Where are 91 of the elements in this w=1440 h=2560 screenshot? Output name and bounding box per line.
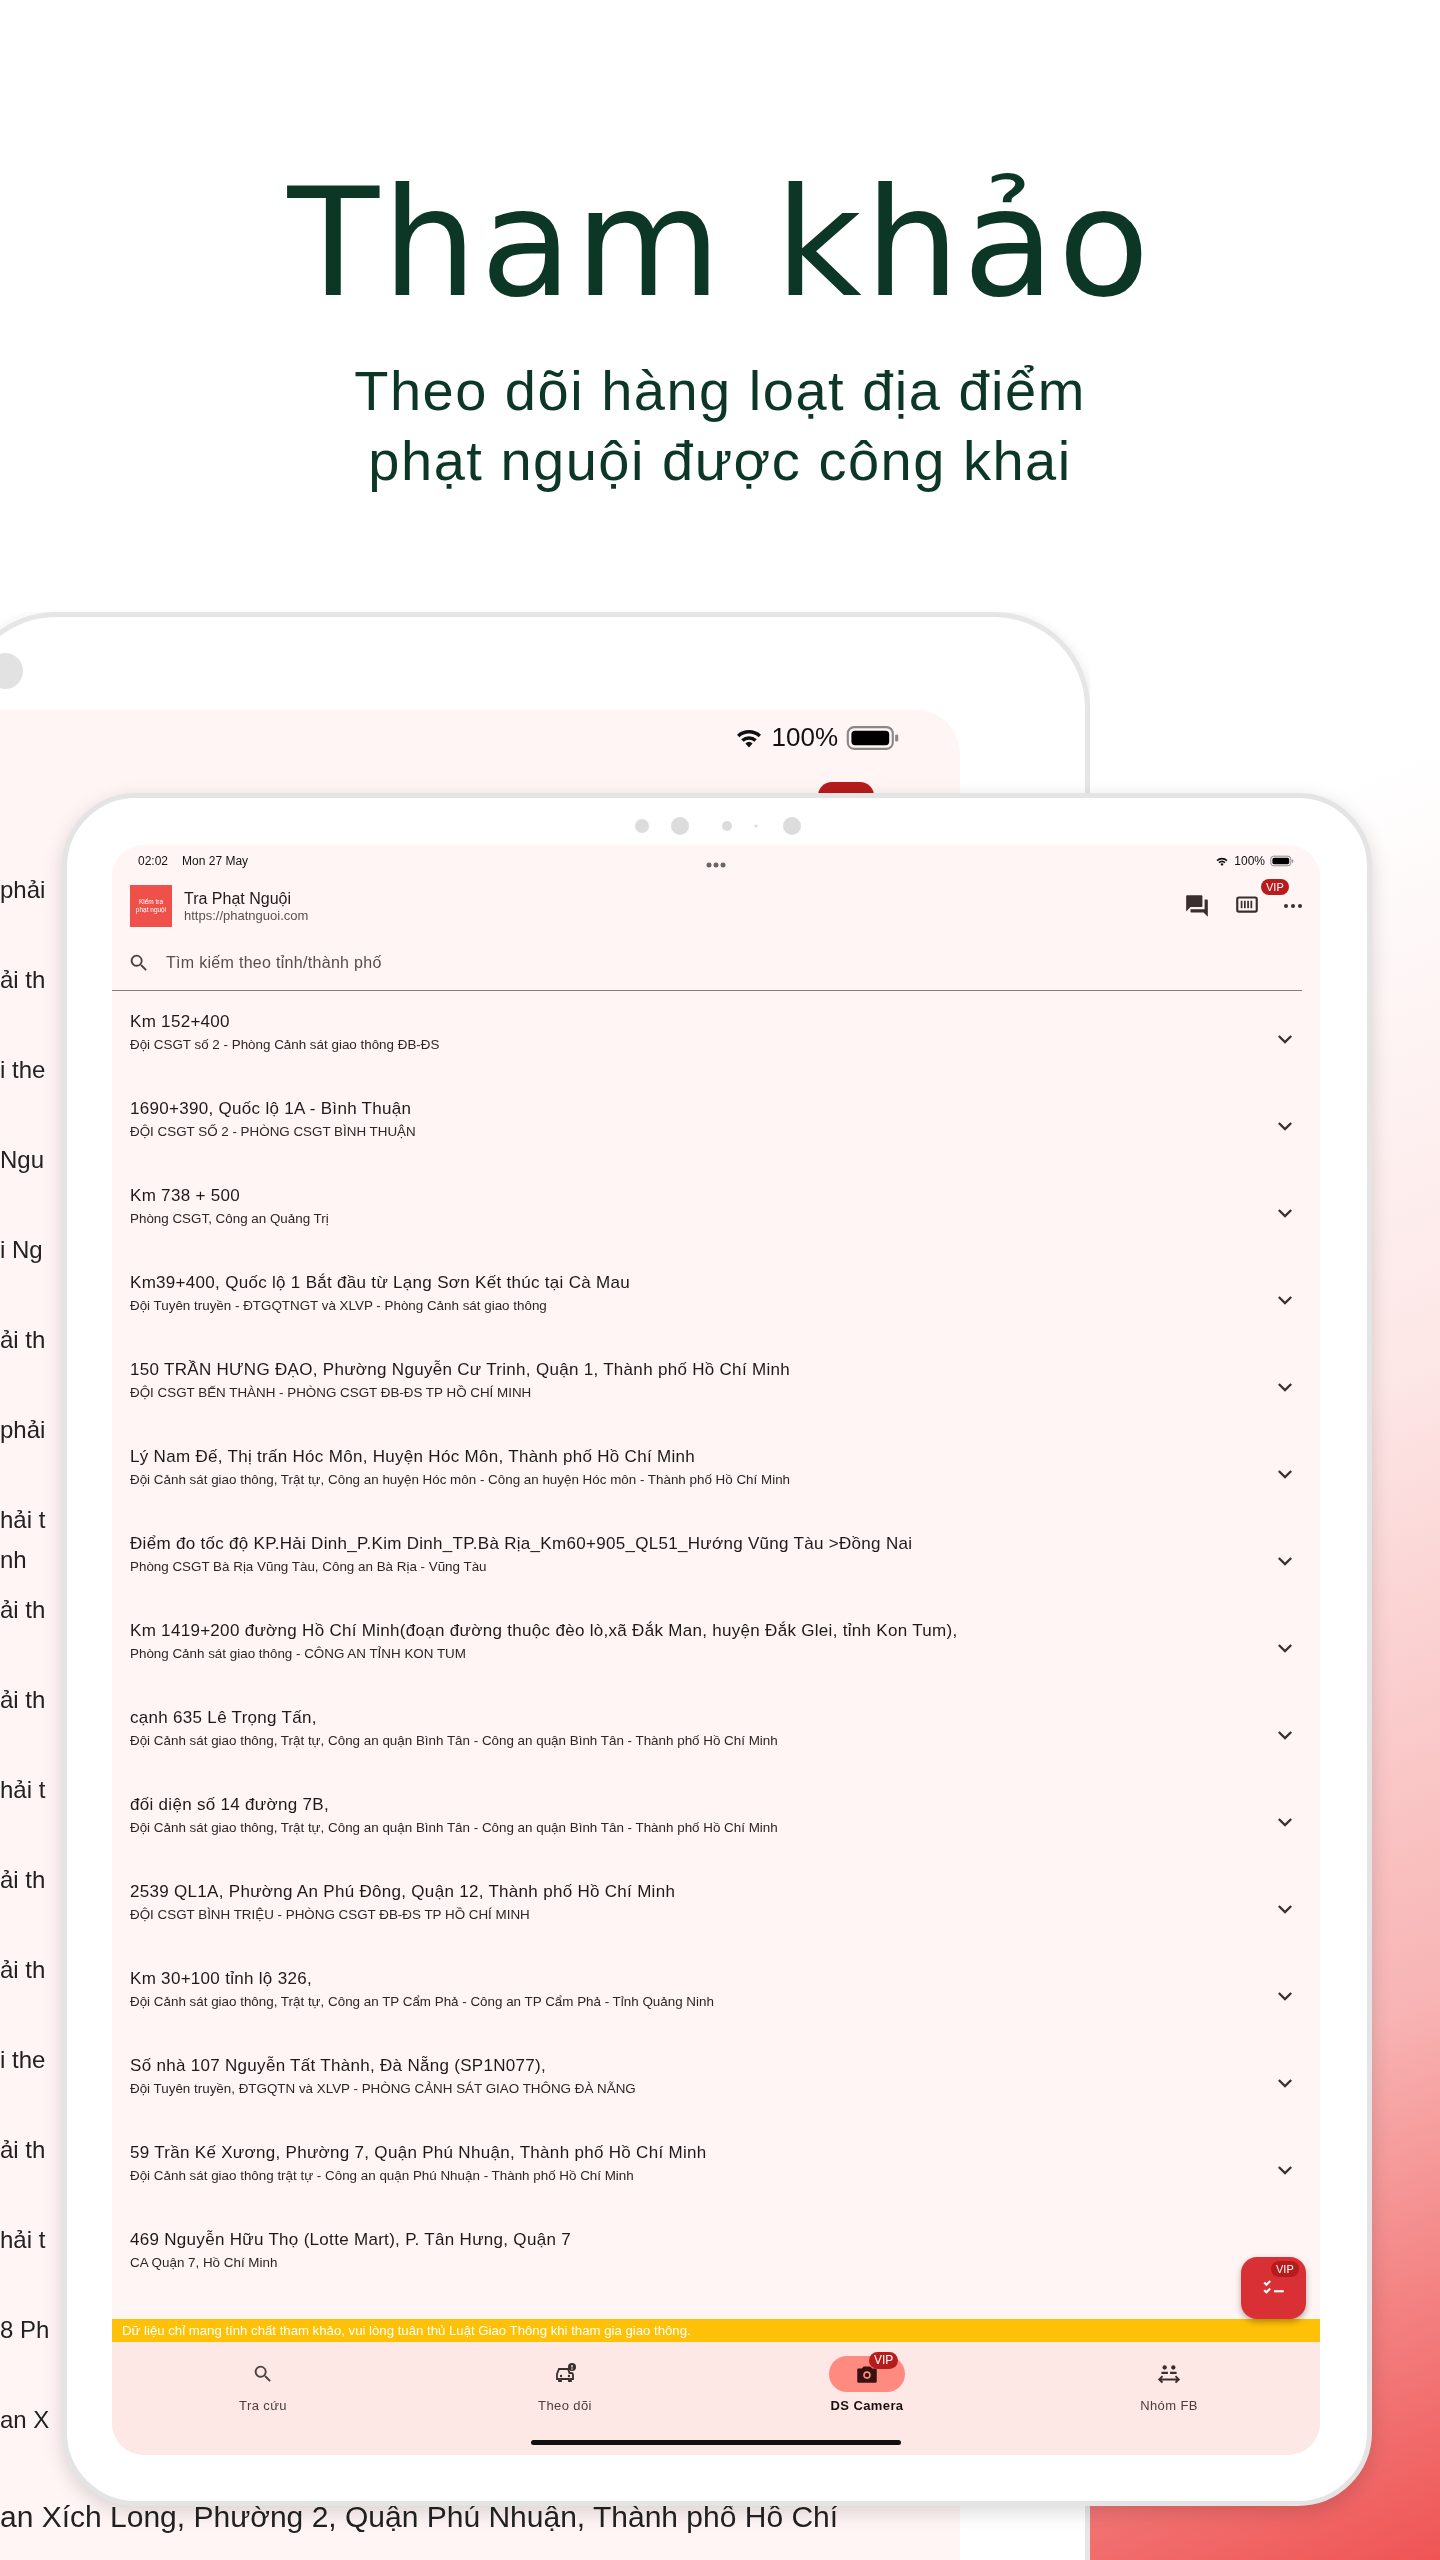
location-item[interactable]: Lý Nam Đế, Thị trấn Hóc Môn, Huyện Hóc Môn, Thành phố Hồ Chí Minh Đội Cảnh sát giao thông, Trật tự, Công an huyện Hóc môn - Công an huyện Hóc môn - Thành phố Hồ Chí Minh xyxy=(112,1426,1320,1513)
location-item[interactable]: 2539 QL1A, Phường An Phú Đông, Quận 12, Thành phố Hồ Chí Minh ĐỘI CSGT BÌNH TRIỆU - PHÒNG CSGT ĐB-ĐS TP HỒ CHÍ MINH xyxy=(112,1861,1320,1948)
location-address: Số nhà 107 Nguyễn Tất Thành, Đà Nẵng (SP1N077), xyxy=(130,2055,547,2077)
location-item[interactable]: 59 Trần Kế Xương, Phường 7, Quận Phú Nhuận, Thành phố Hồ Chí Minh Đội Cảnh sát giao thông trật tự - Công an quận Phú Nhuận - Thành phố Hồ Chí Minh xyxy=(112,2122,1320,2209)
vip-badge: VIP xyxy=(1261,879,1289,895)
headline-title: Tham khảo xyxy=(286,155,1154,332)
multitask-dots-icon[interactable] xyxy=(706,862,726,868)
vip-badge: VIP xyxy=(1271,2261,1299,2277)
location-address: 469 Nguyễn Hữu Thọ (Lotte Mart), P. Tân Hưng, Quận 7 xyxy=(130,2229,571,2251)
list-text-fragment: Ngu xyxy=(0,1145,46,1175)
location-unit: ĐỘI CSGT BÌNH TRIỆU - PHÒNG CSGT ĐB-ĐS TP HỒ CHÍ MINH xyxy=(130,1906,530,1924)
nav-tab[interactable]: VIP DS Camera xyxy=(787,2342,947,2455)
list-text-fragment: ải th xyxy=(0,1595,47,1625)
location-item[interactable]: Km 30+100 tỉnh lộ 326, Đội Cảnh sát giao thông, Trật tự, Công an TP Cẩm Phả - Công an TP Cẩm Phả - Tỉnh Quảng Ninh xyxy=(112,1948,1320,2035)
location-item[interactable]: đối diện số 14 đường 7B, Đội Cảnh sát giao thông, Trật tự, Công an quận Bình Tân - Công an quận Bình Tân - Thành phố Hồ Chí Minh xyxy=(112,1774,1320,1861)
location-item[interactable]: Km 1419+200 đường Hồ Chí Minh(đoạn đường thuộc đèo lò,xã Đắk Man, huyện Đắk Glei, tỉnh Kon Tum), Phòng Cảnh sát giao thông - CÔNG AN TỈNH KON TUM xyxy=(112,1600,1320,1687)
location-address: cạnh 635 Lê Trọng Tấn, xyxy=(130,1707,317,1729)
location-unit: Phòng CSGT Bà Rịa Vũng Tàu, Công an Bà Rịa - Vũng Tàu xyxy=(130,1558,487,1576)
vip-badge: VIP xyxy=(869,2352,899,2369)
app-title: Tra Phạt Nguội xyxy=(184,889,292,908)
location-unit: Đội CSGT số 2 - Phòng Cảnh sát giao thông ĐB-ĐS xyxy=(130,1036,440,1054)
location-address: Km 1419+200 đường Hồ Chí Minh(đoạn đường thuộc đèo lò,xã Đắk Man, huyện Đắk Glei, tỉnh Kon Tum), xyxy=(130,1620,958,1642)
list-text-fragment: i the xyxy=(0,1055,47,1085)
location-address: đối diện số 14 đường 7B, xyxy=(130,1794,329,1816)
list-text-fragment: hải t xyxy=(0,1775,47,1805)
nav-tab[interactable]: Nhóm FB xyxy=(1089,2342,1249,2455)
chat-button[interactable] xyxy=(1184,893,1210,919)
headline-subtitle: Theo dõi hàng loạt địa điểm xyxy=(354,358,1086,424)
location-unit: ĐỘI CSGT SỐ 2 - PHÒNG CSGT BÌNH THUẬN xyxy=(130,1123,416,1141)
location-unit: Đội Cảnh sát giao thông, Trật tự, Công an TP Cẩm Phả - Công an TP Cẩm Phả - Tỉnh Quảng Ninh xyxy=(130,1993,714,2011)
location-address: Km 738 + 500 xyxy=(130,1185,240,1207)
location-item[interactable]: cạnh 635 Lê Trọng Tấn, Đội Cảnh sát giao thông, Trật tự, Công an quận Bình Tân - Công an quận Bình Tân - Thành phố Hồ Chí Minh xyxy=(112,1687,1320,1774)
search-icon xyxy=(252,2363,274,2385)
location-unit: CA Quận 7, Hồ Chí Minh xyxy=(130,2254,278,2272)
location-address: Km39+400, Quốc lộ 1 Bắt đầu từ Lạng Sơn Kết thúc tại Cà Mau xyxy=(130,1272,630,1294)
list-text-fragment: phải xyxy=(0,875,47,905)
battery-percent: 100% xyxy=(1234,854,1265,868)
more-icon xyxy=(1284,904,1302,908)
location-unit: Phòng CSGT, Công an Quảng Trị xyxy=(130,1210,329,1228)
list-text-fragment: 8 Ph xyxy=(0,2315,51,2345)
location-item[interactable]: Điểm đo tốc độ KP.Hải Dinh_P.Kim Dinh_TP.Bà Rịa_Km60+905_QL51_Hướng Vũng Tàu >Đồng Nai Phòng CSGT Bà Rịa Vũng Tàu, Công an Bà Rịa - Vũng Tàu xyxy=(112,1513,1320,1600)
location-item[interactable]: 469 Nguyễn Hữu Thọ (Lotte Mart), P. Tân Hưng, Quận 7 CA Quận 7, Hồ Chí Minh xyxy=(112,2209,599,2296)
location-item[interactable]: Số nhà 107 Nguyễn Tất Thành, Đà Nẵng (SP1N077), Đội Tuyên truyền, ĐTGQTN và XLVP - PHÒNG CẢNH SÁT GIAO THÔNG ĐÀ NẴNG xyxy=(112,2035,1320,2122)
headline-subtitle: phạt nguội được công khai xyxy=(368,428,1072,494)
status-date: Mon 27 May xyxy=(182,854,249,868)
list-text-fragment: hải t xyxy=(0,2225,47,2255)
more-button[interactable] xyxy=(1284,904,1302,908)
nav-tab[interactable]: Theo dõi xyxy=(485,2342,645,2455)
location-unit: Đội Tuyên truyền - ĐTGQTNGT và XLVP - Phòng Cảnh sát giao thông xyxy=(130,1297,547,1315)
status-time: 02:02 xyxy=(138,854,169,868)
location-address: Lý Nam Đế, Thị trấn Hóc Môn, Huyện Hóc Môn, Thành phố Hồ Chí Minh xyxy=(130,1446,695,1468)
location-unit: Đội Cảnh sát giao thông trật tự - Công an quận Phú Nhuận - Thành phố Hồ Chí Minh xyxy=(130,2167,634,2185)
location-address: Km 152+400 xyxy=(130,1011,230,1033)
location-unit: Đội Cảnh sát giao thông, Trật tự, Công an quận Bình Tân - Công an quận Bình Tân - Thành phố Hồ Chí Minh xyxy=(130,1819,778,1837)
location-address: 59 Trần Kế Xương, Phường 7, Quận Phú Nhuận, Thành phố Hồ Chí Minh xyxy=(130,2142,707,2164)
list-text-fragment: an X xyxy=(0,2405,51,2435)
location-unit: Đội Cảnh sát giao thông, Trật tự, Công an quận Bình Tân - Công an quận Bình Tân - Thành phố Hồ Chí Minh xyxy=(130,1732,778,1750)
location-item[interactable]: Km39+400, Quốc lộ 1 Bắt đầu từ Lạng Sơn Kết thúc tại Cà Mau Đội Tuyên truyền - ĐTGQTNGT và XLVP - Phòng Cảnh sát giao thông xyxy=(112,1252,1320,1339)
location-address: 2539 QL1A, Phường An Phú Đông, Quận 12, Thành phố Hồ Chí Minh xyxy=(130,1881,676,1903)
location-unit: Đội Cảnh sát giao thông, Trật tự, Công an huyện Hóc môn - Công an huyện Hóc môn - Thành phố Hồ Chí Minh xyxy=(130,1471,791,1489)
location-unit: Đội Tuyên truyền, ĐTGQTN và XLVP - PHÒNG CẢNH SÁT GIAO THÔNG ĐÀ NẴNG xyxy=(130,2080,636,2098)
list-text-fragment: ải th xyxy=(0,1325,47,1355)
wifi-icon xyxy=(1215,855,1230,867)
list-text-fragment: ải th xyxy=(0,1955,47,1985)
battery-percent: 100% xyxy=(771,722,838,753)
list-text-fragment: i the xyxy=(0,2045,47,2075)
location-address: 150 TRẦN HƯNG ĐẠO, Phường Nguyễn Cư Trinh, Quận 1, Thành phố Hồ Chí Minh xyxy=(130,1359,790,1381)
location-unit: ĐỘI CSGT BẾN THÀNH - PHÒNG CSGT ĐB-ĐS TP HỒ CHÍ MINH xyxy=(130,1384,532,1402)
location-address: Km 30+100 tỉnh lộ 326, xyxy=(130,1968,312,1990)
checklist-fab-button[interactable]: VIP xyxy=(1241,2257,1306,2319)
list-text-fragment: ải th xyxy=(0,2135,47,2165)
list-text-fragment: an Xích Long, Phường 2, Quận Phú Nhuận, Thành phố Hồ Chí xyxy=(0,2500,839,2534)
list-text-fragment: ải th xyxy=(0,1865,47,1895)
location-item[interactable]: 150 TRẦN HƯNG ĐẠO, Phường Nguyễn Cư Trinh, Quận 1, Thành phố Hồ Chí Minh ĐỘI CSGT BẾN THÀNH - PHÒNG CSGT ĐB-ĐS TP HỒ CHÍ MINH xyxy=(112,1339,1320,1426)
search-field[interactable]: Tìm kiếm theo tỉnh/thành phố xyxy=(164,952,768,973)
location-item[interactable]: Km 152+400 Đội CSGT số 2 - Phòng Cảnh sát giao thông ĐB-ĐS xyxy=(112,991,1320,1078)
list-text-fragment: ải th xyxy=(0,965,47,995)
location-address: 1690+390, Quốc lộ 1A - Bình Thuận xyxy=(130,1098,412,1120)
list-text-fragment: ải th xyxy=(0,1685,47,1715)
location-item[interactable]: 1690+390, Quốc lộ 1A - Bình Thuận ĐỘI CSGT SỐ 2 - PHÒNG CSGT BÌNH THUẬN xyxy=(112,1078,1320,1165)
nav-tab[interactable]: Tra cứu xyxy=(183,2342,343,2455)
list-text-fragment: i Ng xyxy=(0,1235,44,1265)
location-unit: Phòng Cảnh sát giao thông - CÔNG AN TỈNH KON TUM xyxy=(130,1645,466,1663)
notice-banner: Dữ liệu chỉ mang tính chất tham khảo, vui lòng tuân thủ Luật Giao Thông khi tham gia giao thông. xyxy=(112,2319,1320,2342)
app-url: https://phatnguoi.com xyxy=(184,907,309,923)
location-address: Điểm đo tốc độ KP.Hải Dinh_P.Kim Dinh_TP.Bà Rịa_Km60+905_QL51_Hướng Vũng Tàu >Đồng Nai xyxy=(130,1533,913,1555)
location-item[interactable]: Km 738 + 500 Phòng CSGT, Công an Quảng Trị xyxy=(112,1165,1320,1252)
battery-icon xyxy=(846,724,900,751)
battery-icon xyxy=(1270,855,1294,867)
list-text-fragment: phải xyxy=(0,1415,47,1445)
chat-icon xyxy=(1184,893,1210,919)
